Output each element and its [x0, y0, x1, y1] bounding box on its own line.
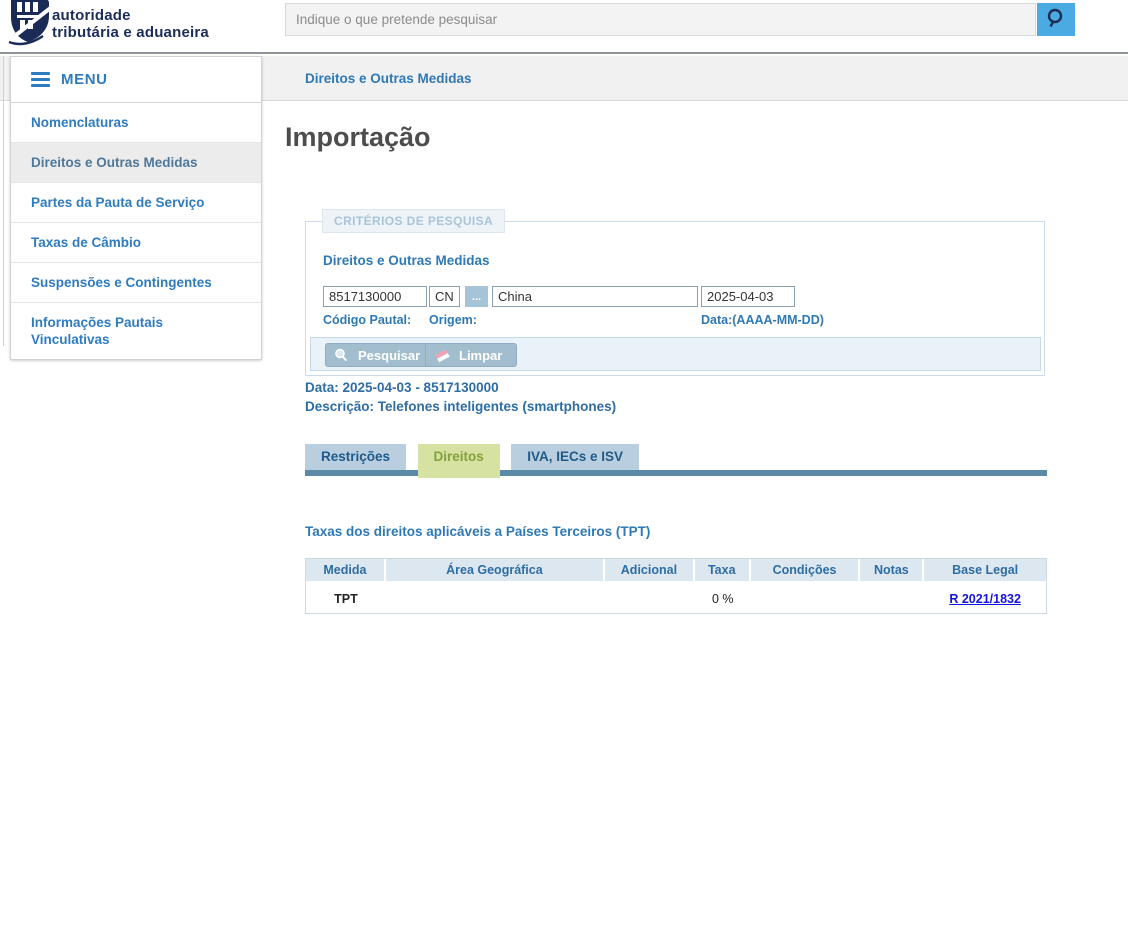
- sidebar-item-direitos-e-outras-medidas[interactable]: Direitos e Outras Medidas: [11, 143, 261, 183]
- col-header-area-geografica: Área Geográfica: [385, 559, 605, 584]
- sidebar-item-suspensoes-e-contingentes[interactable]: Suspensões e Contingentes: [11, 263, 261, 303]
- base-legal-link[interactable]: R 2021/1832: [949, 592, 1021, 606]
- search-criteria-fieldset: CRITÉRIOS DE PESQUISA Direitos e Outras …: [305, 209, 1045, 376]
- pesquisar-label: Pesquisar: [358, 347, 421, 363]
- sidebar-item-taxas-de-cambio[interactable]: Taxas de Câmbio: [11, 223, 261, 263]
- cell-base-legal: R 2021/1832: [924, 584, 1046, 613]
- codigo-pautal-label: Código Pautal:: [323, 313, 412, 327]
- logo-wordmark: autoridade tributária e aduaneira: [52, 7, 209, 41]
- top-header: autoridade tributária e aduaneira: [0, 0, 1128, 54]
- tpt-section-heading: Taxas dos direitos aplicáveis a Países T…: [305, 524, 651, 539]
- result-tabs: Restrições Direitos IVA, IECs e ISV: [305, 444, 646, 478]
- data-label: Data:(AAAA-MM-DD): [701, 313, 824, 327]
- tab-iva-iecs-e-isv[interactable]: IVA, IECs e ISV: [511, 444, 640, 470]
- result-descricao-line: Descrição: Telefones inteligentes (smart…: [305, 399, 617, 414]
- col-header-taxa: Taxa: [694, 559, 751, 584]
- data-input[interactable]: [701, 286, 795, 307]
- page: autoridade tributária e aduaneira Direit…: [0, 0, 1128, 925]
- at-logo-icon: [8, 0, 54, 51]
- tpt-table: Medida Área Geográfica Adicional Taxa Co…: [305, 558, 1047, 614]
- logo-line1: autoridade: [52, 7, 131, 24]
- sidebar-menu: MENU Nomenclaturas Direitos e Outras Med…: [10, 56, 262, 360]
- col-header-medida: Medida: [306, 559, 386, 584]
- limpar-button[interactable]: Limpar: [425, 343, 518, 367]
- origem-label: Origem:: [429, 313, 477, 327]
- cell-adicional: [605, 584, 695, 613]
- fieldset-legend: CRITÉRIOS DE PESQUISA: [322, 209, 506, 233]
- magnifier-icon: [1045, 7, 1067, 32]
- origem-lookup-button[interactable]: ...: [465, 286, 488, 307]
- col-header-base-legal: Base Legal: [924, 559, 1046, 584]
- sidebar-item-informacoes-pautais-vinculativas[interactable]: Informações Pautais Vinculativas: [11, 303, 261, 359]
- menu-toggle[interactable]: MENU: [11, 57, 261, 103]
- eraser-icon: [434, 348, 450, 362]
- col-header-notas: Notas: [860, 559, 925, 584]
- pesquisar-button[interactable]: Pesquisar: [325, 343, 436, 367]
- site-search-input[interactable]: [285, 3, 1036, 36]
- limpar-label: Limpar: [459, 347, 503, 363]
- origem-input[interactable]: [429, 286, 460, 307]
- tab-direitos[interactable]: Direitos: [417, 444, 500, 478]
- site-search-button[interactable]: [1037, 3, 1075, 36]
- breadcrumb: Direitos e Outras Medidas: [305, 71, 472, 86]
- hamburger-icon: [31, 72, 50, 87]
- left-edge-divider: [3, 56, 4, 346]
- page-title: Importação: [285, 122, 431, 152]
- result-data-line: Data: 2025-04-03 - 8517130000: [305, 380, 499, 395]
- codigo-pautal-input[interactable]: [323, 286, 427, 307]
- sidebar-item-partes-da-pauta-de-servico[interactable]: Partes da Pauta de Serviço: [11, 183, 261, 223]
- table-header-row: Medida Área Geográfica Adicional Taxa Co…: [306, 559, 1046, 584]
- cell-area-geografica: [385, 584, 605, 613]
- col-header-condicoes: Condições: [750, 559, 861, 584]
- cell-medida: TPT: [306, 584, 386, 613]
- form-buttons-band: Pesquisar Limpar: [310, 337, 1041, 371]
- origem-nome-input[interactable]: [492, 286, 698, 307]
- menu-label: MENU: [61, 71, 108, 88]
- cell-notas: [860, 584, 925, 613]
- tab-restricoes[interactable]: Restrições: [305, 444, 407, 470]
- cell-taxa: 0 %: [694, 584, 751, 613]
- magnifier-icon: [334, 348, 349, 363]
- logo-line2: tributária e aduaneira: [52, 24, 209, 41]
- sidebar-item-nomenclaturas[interactable]: Nomenclaturas: [11, 103, 261, 143]
- criteria-section-label: Direitos e Outras Medidas: [323, 253, 490, 268]
- col-header-adicional: Adicional: [605, 559, 695, 584]
- table-row: TPT 0 % R 2021/1832: [306, 584, 1046, 613]
- cell-condicoes: [750, 584, 861, 613]
